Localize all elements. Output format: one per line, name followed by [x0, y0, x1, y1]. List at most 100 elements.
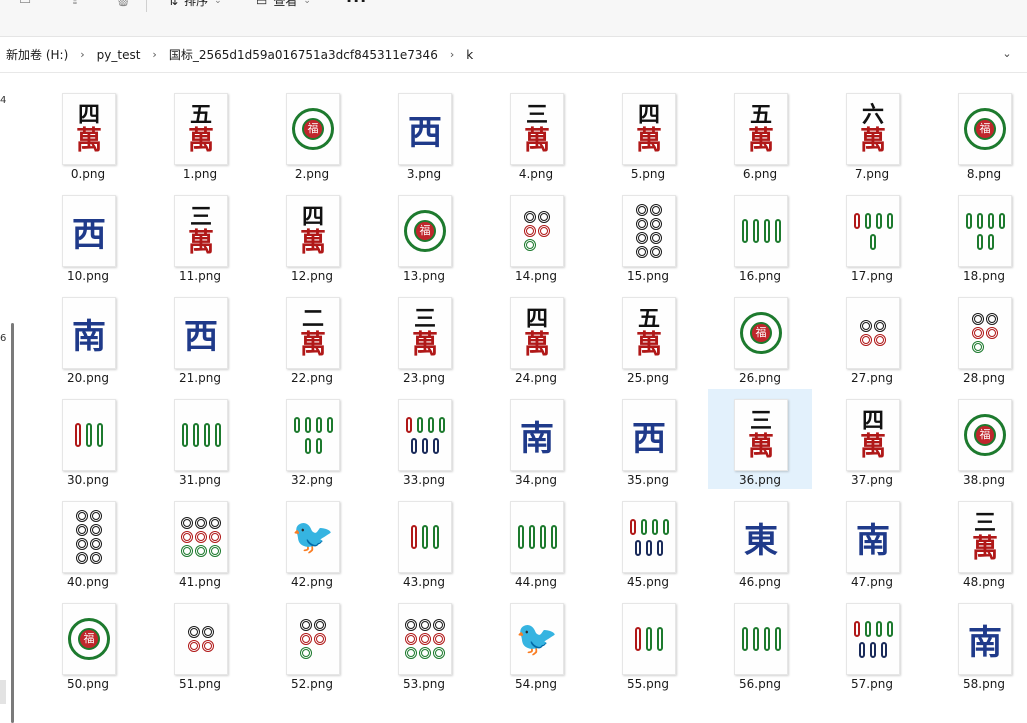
file-thumbnail	[734, 603, 788, 675]
address-bar[interactable]: 新加卷 (H:) › py_test › 国标_2565d1d59a016751a3dc…	[0, 37, 1027, 73]
file-item[interactable]: 四萬 37.png	[820, 389, 924, 489]
file-item[interactable]: 52.png	[260, 593, 364, 693]
file-name-label: 38.png	[963, 473, 1005, 487]
share-icon[interactable]: ⇪	[66, 0, 84, 8]
file-thumbnail	[846, 297, 900, 369]
file-grid: 四萬 0.png 五萬 1.png 福 2.png 西 3.png 三萬 4.png 四萬 5.png…	[36, 83, 1026, 714]
file-item[interactable]: 🐦 42.png	[260, 491, 364, 591]
file-item[interactable]: 30.png	[36, 389, 140, 489]
file-item[interactable]: 53.png	[372, 593, 476, 693]
file-item[interactable]: 40.png	[36, 491, 140, 591]
file-item[interactable]: 16.png	[708, 185, 812, 285]
file-item[interactable]: 四萬 0.png	[36, 83, 140, 183]
file-item[interactable]: 六萬 7.png	[820, 83, 924, 183]
more-options-button[interactable]: ···	[346, 0, 367, 10]
file-item[interactable]: 32.png	[260, 389, 364, 489]
file-name-label: 43.png	[403, 575, 445, 589]
file-item[interactable]: 三萬 11.png	[148, 185, 252, 285]
file-item[interactable]: 南 34.png	[484, 389, 588, 489]
flower-medallion-icon: 福	[964, 414, 1006, 456]
delete-icon[interactable]: 🗑	[114, 0, 132, 8]
file-item[interactable]: 二萬 22.png	[260, 287, 364, 387]
file-item[interactable]: 福 50.png	[36, 593, 140, 693]
file-item[interactable]: 41.png	[148, 491, 252, 591]
file-item[interactable]: 四萬 24.png	[484, 287, 588, 387]
file-item[interactable]: 福 8.png	[932, 83, 1026, 183]
tile-wan-glyph: 萬	[523, 330, 550, 360]
file-item[interactable]: 27.png	[820, 287, 924, 387]
copy-icon[interactable]: ▭	[16, 0, 34, 8]
file-name-label: 8.png	[966, 167, 1002, 181]
file-item[interactable]: 福 26.png	[708, 287, 812, 387]
file-item[interactable]: 西 35.png	[596, 389, 700, 489]
file-thumbnail: 二萬	[286, 297, 340, 369]
file-item[interactable]: 四萬 5.png	[596, 83, 700, 183]
file-item[interactable]: 南 20.png	[36, 287, 140, 387]
file-item[interactable]: 51.png	[148, 593, 252, 693]
chevron-right-icon[interactable]: ›	[70, 48, 94, 61]
file-thumbnail	[398, 603, 452, 675]
file-item[interactable]: 三萬 4.png	[484, 83, 588, 183]
file-item[interactable]: 四萬 12.png	[260, 185, 364, 285]
address-history-chevron-icon[interactable]: ⌄	[999, 46, 1015, 62]
file-item[interactable]: 45.png	[596, 491, 700, 591]
sort-button[interactable]: ⇅ 排序 ⌄	[168, 0, 222, 8]
tile-wan-glyph: 萬	[523, 126, 550, 156]
file-item[interactable]: 31.png	[148, 389, 252, 489]
file-item[interactable]: 18.png	[932, 185, 1026, 285]
file-thumbnail	[846, 195, 900, 267]
file-item[interactable]: 西 10.png	[36, 185, 140, 285]
file-item[interactable]: 南 47.png	[820, 491, 924, 591]
view-button[interactable]: ▭ 查看 ⌄	[256, 0, 311, 8]
breadcrumb-item[interactable]: 新加卷 (H:)	[4, 46, 70, 63]
chevron-right-icon[interactable]: ›	[142, 48, 166, 61]
breadcrumb-item[interactable]: k	[464, 48, 475, 62]
file-item[interactable]: 55.png	[596, 593, 700, 693]
file-item[interactable]: 福 2.png	[260, 83, 364, 183]
file-item[interactable]: 南 58.png	[932, 593, 1026, 693]
file-name-label: 42.png	[291, 575, 333, 589]
file-item[interactable]: 43.png	[372, 491, 476, 591]
file-item[interactable]: 三萬 23.png	[372, 287, 476, 387]
file-item[interactable]: 三萬 48.png	[932, 491, 1026, 591]
file-thumbnail	[958, 297, 1012, 369]
breadcrumb-item[interactable]: py_test	[95, 48, 143, 62]
file-item[interactable]: 14.png	[484, 185, 588, 285]
nav-scrollbar[interactable]	[11, 323, 14, 723]
file-item[interactable]: 西 21.png	[148, 287, 252, 387]
file-item[interactable]: 🐦 54.png	[484, 593, 588, 693]
file-item[interactable]: 五萬 6.png	[708, 83, 812, 183]
breadcrumb-item[interactable]: 国标_2565d1d59a016751a3dcf845311e7346	[167, 46, 440, 63]
file-item[interactable]: 44.png	[484, 491, 588, 591]
tile-number-glyph: 五	[189, 102, 212, 128]
circle-dots-icon	[860, 320, 886, 346]
file-thumbnail	[62, 399, 116, 471]
file-name-label: 46.png	[739, 575, 781, 589]
file-item[interactable]: 三萬 36.png	[708, 389, 812, 489]
file-item[interactable]: 57.png	[820, 593, 924, 693]
file-item[interactable]: 福 38.png	[932, 389, 1026, 489]
file-item[interactable]: 33.png	[372, 389, 476, 489]
file-item[interactable]: 15.png	[596, 185, 700, 285]
file-name-label: 41.png	[179, 575, 221, 589]
file-item[interactable]: 五萬 25.png	[596, 287, 700, 387]
tile-number-glyph: 四	[861, 408, 884, 434]
file-name-label: 4.png	[518, 167, 554, 181]
file-thumbnail: 五萬	[622, 297, 676, 369]
file-item[interactable]: 西 3.png	[372, 83, 476, 183]
file-item[interactable]: 56.png	[708, 593, 812, 693]
file-thumbnail	[622, 195, 676, 267]
navigation-pane: 4 6	[0, 73, 22, 723]
file-item[interactable]: 五萬 1.png	[148, 83, 252, 183]
file-item[interactable]: 東 46.png	[708, 491, 812, 591]
file-item[interactable]: 28.png	[932, 287, 1026, 387]
file-thumbnail: 四萬	[846, 399, 900, 471]
file-thumbnail: 南	[62, 297, 116, 369]
file-item[interactable]: 福 13.png	[372, 185, 476, 285]
file-thumbnail: 南	[846, 501, 900, 573]
file-item[interactable]: 17.png	[820, 185, 924, 285]
file-name-label: 27.png	[851, 371, 893, 385]
chevron-right-icon[interactable]: ›	[440, 48, 464, 61]
tile-wan-glyph: 萬	[859, 432, 886, 462]
circle-dots-icon	[636, 204, 662, 258]
